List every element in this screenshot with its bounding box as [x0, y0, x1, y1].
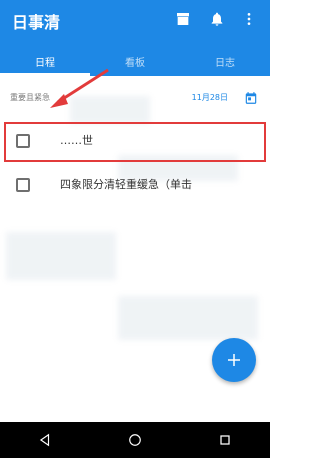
recents-icon[interactable]	[215, 430, 235, 450]
pointer-arrow	[50, 68, 109, 108]
archive-icon[interactable]	[174, 10, 192, 28]
highlight-box	[4, 122, 266, 162]
back-icon[interactable]	[35, 430, 55, 450]
calendar-icon[interactable]	[244, 90, 258, 109]
blur-region	[118, 296, 258, 340]
app-title: 日事清	[12, 13, 61, 32]
add-task-button[interactable]	[212, 338, 256, 382]
bell-icon[interactable]	[208, 10, 226, 28]
system-nav-bar	[0, 422, 270, 458]
home-icon[interactable]	[125, 430, 145, 450]
more-vert-icon[interactable]	[240, 10, 258, 28]
tab-journal[interactable]: 日志	[180, 46, 270, 76]
tab-bar: 日程 看板 日志	[0, 46, 270, 76]
task-item[interactable]: 四象限分清轻重缓急（单击	[0, 168, 270, 204]
add-icon	[228, 354, 240, 366]
blur-region	[6, 232, 116, 280]
date-label[interactable]: 11月28日	[192, 92, 228, 103]
task-checkbox[interactable]	[16, 178, 30, 192]
task-title: 四象限分清轻重缓急（单击	[60, 178, 192, 191]
app-bar: 日事清 日程 看板 日志	[0, 0, 270, 76]
